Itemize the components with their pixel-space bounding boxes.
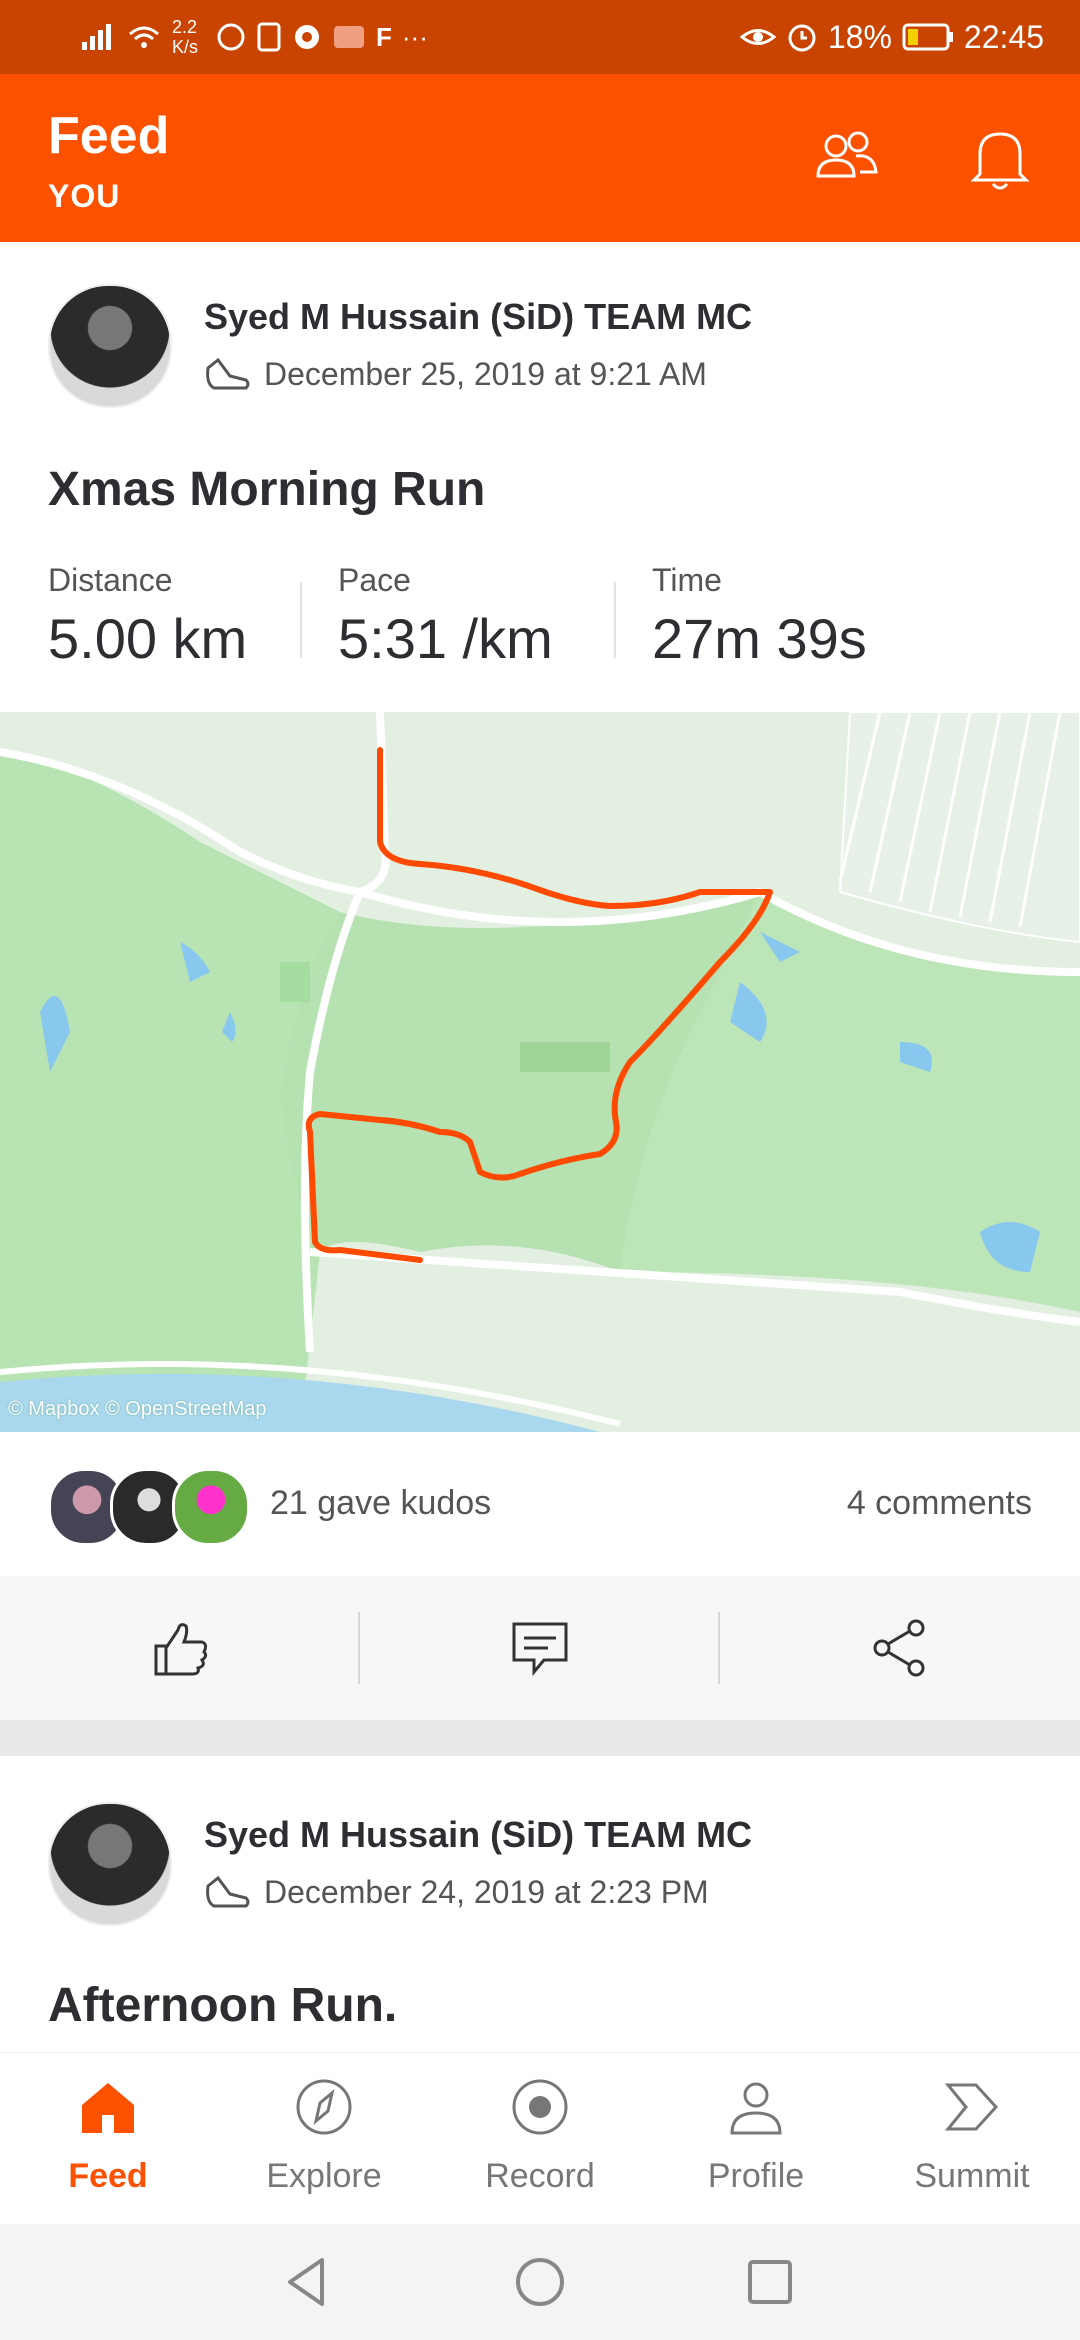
nav-label: Feed: [68, 2157, 148, 2195]
activity-map[interactable]: [0, 712, 1080, 1432]
stat-label-distance: Distance: [48, 562, 173, 598]
compass-icon: [296, 2079, 352, 2135]
net-speed: 2.2 K/s: [172, 17, 199, 57]
page-title: Feed: [48, 107, 170, 165]
map-attribution[interactable]: © Mapbox © OpenStreetMap: [8, 1398, 267, 1421]
stat-divider: [614, 582, 616, 658]
kudos-count[interactable]: 21 gave kudos: [270, 1484, 491, 1523]
activity-date: December 25, 2019 at 9:21 AM: [264, 356, 707, 392]
home-icon: [82, 2083, 134, 2133]
back-icon[interactable]: [278, 2252, 338, 2312]
map-graphic: [0, 712, 1080, 1432]
ball-icon: [295, 25, 319, 49]
status-bar: 2.2 K/s F ··· 18% 22:45: [0, 0, 1080, 74]
nav-record[interactable]: Record: [432, 2053, 648, 2225]
shoe-icon: [206, 357, 250, 390]
comment-icon: [512, 1622, 568, 1677]
find-friends-icon[interactable]: [806, 118, 886, 198]
stat-value-time: 27m 39s: [652, 607, 867, 670]
ring-icon: [334, 26, 364, 48]
thumbs-up-icon: [154, 1623, 208, 1676]
nav-label: Profile: [707, 2157, 805, 2195]
athlete-name[interactable]: Syed M Hussain (SiD) TEAM MC: [204, 296, 752, 338]
activity-card[interactable]: Syed M Hussain (SiD) TEAM MC December 24…: [0, 1756, 1080, 2052]
athlete-name[interactable]: Syed M Hussain (SiD) TEAM MC: [204, 1814, 752, 1856]
clock: 22:45: [963, 18, 1044, 55]
recents-icon[interactable]: [740, 2252, 800, 2312]
stat-label-pace: Pace: [338, 562, 411, 598]
app-icon: [257, 22, 281, 52]
nav-label: Summit: [914, 2157, 1030, 2195]
kudos-row[interactable]: 21 gave kudos 4 comments: [0, 1432, 1080, 1576]
nav-feed[interactable]: Feed: [0, 2053, 216, 2225]
stat-value-pace: 5:31 /km: [338, 607, 553, 670]
profile-icon: [730, 2082, 782, 2135]
shoe-icon: [206, 1875, 250, 1908]
stat-divider: [300, 582, 302, 658]
activity-title[interactable]: Xmas Morning Run: [48, 462, 485, 517]
battery-icon: [902, 23, 953, 51]
system-nav-bar: [0, 2224, 1080, 2340]
comments-count[interactable]: 4 comments: [847, 1484, 1032, 1523]
card-separator: [0, 1720, 1080, 1756]
battery-percent: 18%: [827, 18, 892, 55]
stat-value-distance: 5.00 km: [48, 607, 248, 670]
summit-icon: [944, 2083, 999, 2131]
f-icon: F: [376, 21, 392, 52]
nav-summit[interactable]: Summit: [864, 2053, 1080, 2225]
activity-title[interactable]: Afternoon Run.: [48, 1978, 397, 2033]
wifi-icon: [129, 26, 159, 48]
nav-profile[interactable]: Profile: [648, 2053, 864, 2225]
alarm-icon: [788, 24, 816, 52]
eye-icon: [739, 29, 776, 45]
app-bar: Feed YOU: [0, 74, 1080, 242]
more-icon: ···: [401, 21, 428, 52]
avatar[interactable]: [48, 284, 172, 408]
activity-card[interactable]: Syed M Hussain (SiD) TEAM MC December 25…: [0, 242, 1080, 712]
avatar[interactable]: [48, 1802, 172, 1926]
page-subtitle[interactable]: YOU: [48, 178, 120, 215]
kudos-button[interactable]: [0, 1576, 360, 1720]
home-circle-icon[interactable]: [510, 2252, 570, 2312]
activity-date: December 24, 2019 at 2:23 PM: [264, 1874, 709, 1910]
whatsapp-icon: [217, 23, 245, 51]
status-left: 2.2 K/s F ···: [80, 10, 428, 64]
record-icon: [512, 2079, 568, 2135]
nav-label: Explore: [266, 2157, 382, 2195]
action-bar: [0, 1576, 1080, 1720]
status-right: 18% 22:45: [739, 10, 1044, 64]
kudo-avatar[interactable]: [172, 1468, 250, 1546]
share-button[interactable]: [720, 1576, 1080, 1720]
nav-explore[interactable]: Explore: [216, 2053, 432, 2225]
comment-button[interactable]: [360, 1576, 720, 1720]
nav-label: Record: [485, 2157, 595, 2195]
bottom-nav: Feed Explore Record Profile Summit: [0, 2052, 1080, 2225]
stat-label-time: Time: [652, 562, 722, 598]
signal-icon: [82, 24, 111, 50]
share-icon: [873, 1619, 925, 1677]
notifications-bell-icon[interactable]: [960, 118, 1040, 198]
